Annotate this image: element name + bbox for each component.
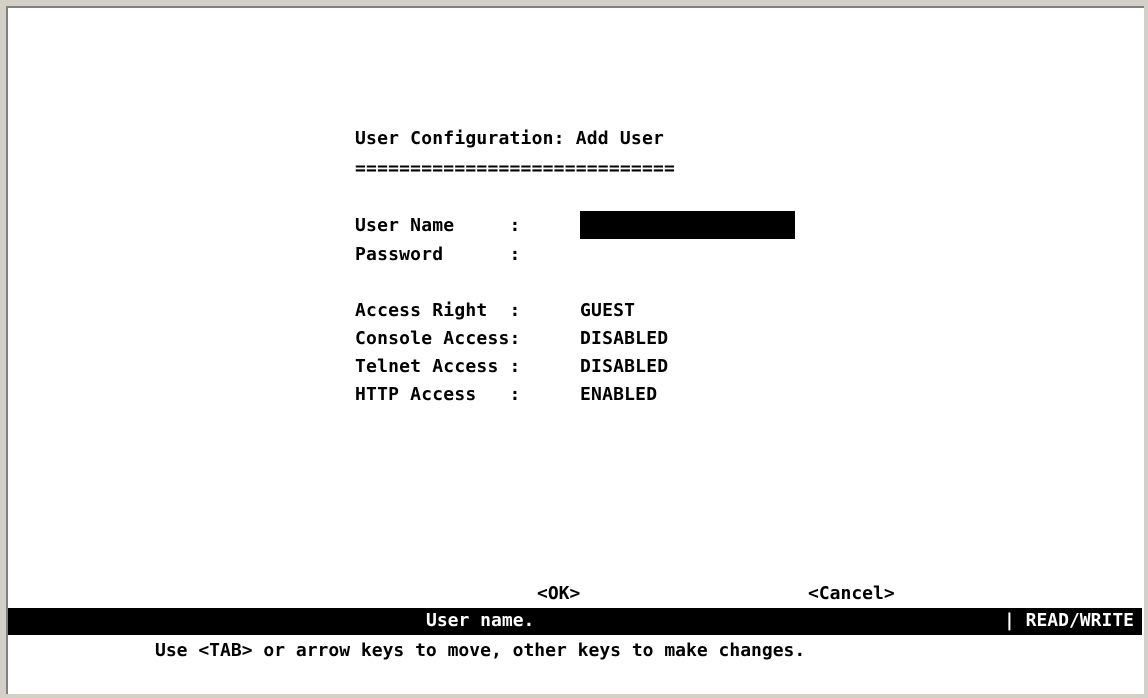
http-access-select[interactable]: ENABLED — [580, 384, 657, 406]
status-bar: User name. | READ/WRITE — [8, 608, 1142, 635]
status-message: User name. — [426, 610, 535, 631]
access-right-label: Access Right : — [355, 300, 521, 321]
cancel-button[interactable]: <Cancel> — [808, 583, 895, 605]
page-title: User Configuration: Add User — [355, 128, 665, 149]
telnet-access-label: Telnet Access : — [355, 356, 521, 377]
telnet-access-select[interactable]: DISABLED — [580, 356, 668, 378]
user-name-input[interactable] — [580, 211, 795, 239]
help-text: Use <TAB> or arrow keys to move, other k… — [155, 640, 806, 661]
ok-button[interactable]: <OK> — [537, 583, 580, 605]
user-name-label: User Name : — [355, 215, 521, 236]
title-underline: ============================= — [355, 158, 676, 179]
password-label: Password : — [355, 244, 521, 265]
access-right-select[interactable]: GUEST — [580, 300, 635, 322]
console-access-label: Console Access: — [355, 328, 521, 349]
console-access-select[interactable]: DISABLED — [580, 328, 668, 350]
access-mode-indicator: | READ/WRITE — [1003, 610, 1134, 631]
http-access-label: HTTP Access : — [355, 384, 521, 405]
